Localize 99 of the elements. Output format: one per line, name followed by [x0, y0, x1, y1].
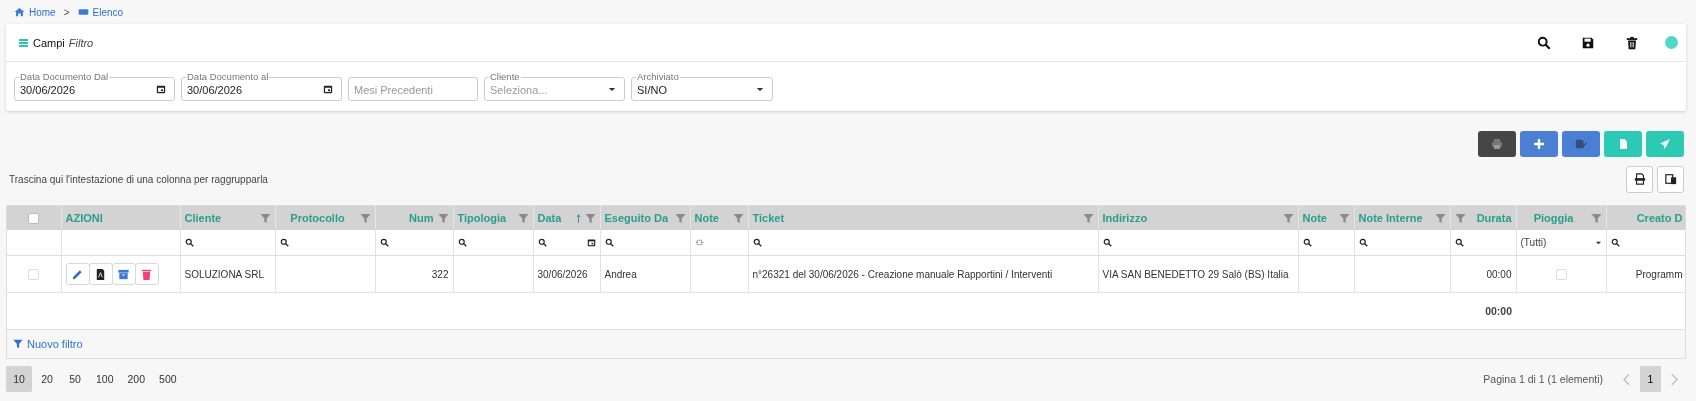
home-icon: [14, 7, 25, 17]
search-icon[interactable]: [279, 238, 289, 247]
send-button[interactable]: [1646, 131, 1684, 157]
search-icon[interactable]: [457, 238, 467, 247]
page-button[interactable]: 1: [1640, 366, 1661, 392]
table-cell: SOLUZIONA SRL: [184, 268, 264, 280]
copy-icon: [1664, 173, 1677, 185]
document-pen-icon: [1575, 138, 1587, 150]
caret-icon: [756, 86, 764, 92]
filter-icon[interactable]: [732, 212, 744, 224]
archive-icon: [117, 267, 130, 281]
search-icon[interactable]: [184, 238, 194, 247]
filter-icon[interactable]: [1590, 212, 1602, 224]
new-filter-link[interactable]: Nuovo filtro: [13, 338, 83, 350]
pdf-button[interactable]: [88, 263, 113, 285]
status-dot: [1665, 36, 1678, 49]
caret-icon: [1594, 240, 1602, 245]
search-icon[interactable]: [1537, 35, 1551, 50]
calendar-icon[interactable]: [586, 238, 596, 247]
paper-plane-icon: [1659, 138, 1671, 150]
breadcrumb-link[interactable]: Home: [29, 6, 56, 18]
table-cell: 322: [431, 268, 449, 280]
search-icon[interactable]: [1302, 238, 1312, 247]
filter-icon[interactable]: [1282, 212, 1294, 224]
search-icon[interactable]: [1454, 238, 1464, 247]
search-icon[interactable]: [752, 238, 762, 247]
filter-operator-icon[interactable]: [694, 238, 704, 247]
search-icon[interactable]: [1610, 238, 1620, 247]
page-size-button[interactable]: 200: [121, 366, 152, 392]
search-icon[interactable]: [604, 238, 614, 247]
group-hint: Trascina qui l'intestazione di una colonna per raggrupparla: [8, 173, 268, 185]
select-all-checkbox[interactable]: [28, 213, 40, 225]
file-icon: [1633, 173, 1646, 185]
delete-button[interactable]: [134, 263, 159, 285]
page-info: Pagina 1 di 1 (1 elementi): [1483, 373, 1603, 385]
sign-button[interactable]: [1562, 131, 1600, 157]
search-icon[interactable]: [379, 238, 389, 247]
filter-select[interactable]: (Tutti): [1520, 237, 1602, 248]
card-icon: [77, 7, 89, 17]
table-cell: Andrea: [604, 268, 637, 280]
search-icon[interactable]: [1358, 238, 1368, 247]
export-csv-button[interactable]: [1626, 165, 1653, 193]
filter-icon: [13, 339, 23, 349]
export-button[interactable]: [1657, 165, 1684, 193]
save-icon[interactable]: [1581, 35, 1595, 50]
print-button[interactable]: [1478, 131, 1516, 157]
add-button[interactable]: [1520, 131, 1558, 157]
filter-icon[interactable]: [1338, 212, 1350, 224]
field-label: Archiviato: [636, 72, 680, 82]
card-subtitle: Filtro: [68, 36, 94, 49]
table-cell: VIA SAN BENEDETTO 29 Salò (BS) Italia: [1102, 268, 1289, 280]
search-icon[interactable]: [1102, 238, 1112, 247]
field-placeholder: Seleziona...: [490, 84, 549, 96]
input-field[interactable]: Mesi Precedenti: [348, 77, 478, 101]
trash-icon: [140, 267, 153, 281]
layers-icon: [18, 37, 29, 48]
filter-icon[interactable]: [437, 212, 449, 224]
breadcrumb-link[interactable]: Elenco: [92, 6, 124, 18]
breadcrumb-separator: >: [63, 6, 70, 18]
field-placeholder: Mesi Precedenti: [354, 84, 434, 96]
row-checkbox[interactable]: [28, 268, 40, 280]
field-value: SI/NO: [637, 84, 668, 96]
table-cell: Programm: [1635, 268, 1683, 280]
search-icon[interactable]: [537, 238, 547, 247]
delete-icon[interactable]: [1625, 35, 1639, 50]
field-value: 30/06/2026: [20, 84, 77, 96]
page-size-button[interactable]: 20: [34, 366, 60, 392]
document-icon: [1617, 138, 1629, 150]
caret-icon: [608, 86, 616, 92]
field-value: 30/06/2026: [187, 84, 244, 96]
plus-icon: [1533, 138, 1545, 150]
table-cell: 30/06/2026: [537, 268, 588, 280]
filter-icon[interactable]: [1434, 212, 1446, 224]
calendar-icon: [323, 84, 333, 94]
page-size-button[interactable]: 50: [62, 366, 88, 392]
rain-checkbox[interactable]: [1555, 268, 1567, 280]
filter-icon[interactable]: [517, 212, 529, 224]
archive-button[interactable]: [111, 263, 136, 285]
filter-icon[interactable]: [1082, 212, 1094, 224]
pdf-file-icon: [94, 267, 107, 281]
page-size-button[interactable]: 10: [6, 366, 32, 392]
filter-icon[interactable]: [259, 212, 271, 224]
field-label: Data Documento al: [186, 72, 270, 82]
printer-icon: [1491, 138, 1503, 150]
table-cell: 00:00: [1486, 268, 1512, 280]
calendar-icon: [156, 84, 166, 94]
filter-icon[interactable]: [584, 212, 596, 224]
filter-icon[interactable]: [359, 212, 371, 224]
page-size-button[interactable]: 500: [153, 366, 183, 392]
field-label: Data Documento Dal: [19, 72, 110, 82]
document-button[interactable]: [1604, 131, 1642, 157]
edit-button[interactable]: [65, 263, 90, 285]
total-value: 00:00: [1485, 305, 1512, 317]
filter-icon[interactable]: [674, 212, 686, 224]
card-title: Campi: [33, 36, 65, 49]
field-label: Cliente: [489, 72, 521, 82]
page-size-button[interactable]: 100: [90, 366, 120, 392]
filter-icon[interactable]: [1454, 212, 1466, 224]
table-cell: n°26321 del 30/06/2026 - Creazione manuale Rapportini / Interventi: [752, 268, 1053, 280]
